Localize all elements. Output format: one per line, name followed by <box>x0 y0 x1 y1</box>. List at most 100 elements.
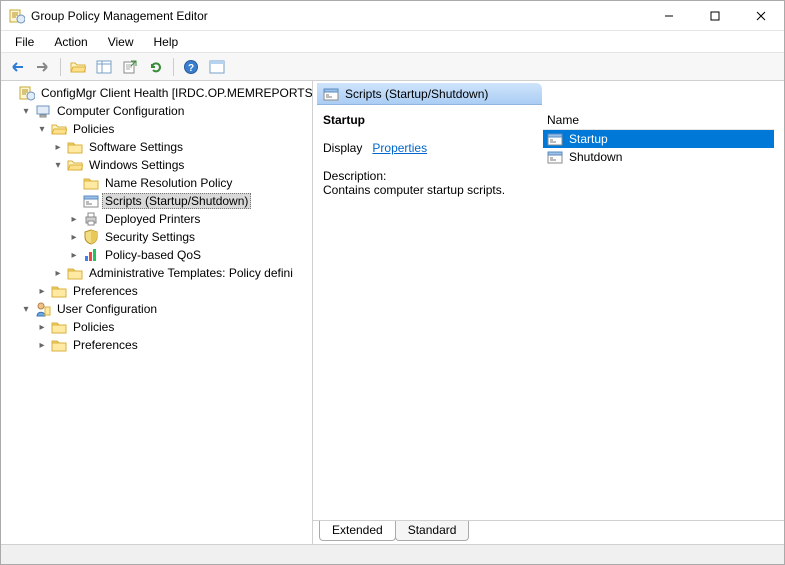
folder-icon <box>67 139 83 155</box>
folder-open-icon <box>67 157 83 173</box>
toolbar-separator <box>173 58 174 76</box>
show-hide-tree-button[interactable] <box>92 56 116 78</box>
maximize-button[interactable] <box>692 1 738 30</box>
tree: ConfigMgr Client Health [IRDC.OP.MEMREPO… <box>4 84 312 354</box>
folder-open-icon <box>51 121 67 137</box>
twisty-open-icon[interactable]: ▾ <box>20 303 32 315</box>
app-icon <box>9 8 25 24</box>
tree-label: Administrative Templates: Policy defini <box>86 265 296 281</box>
twisty-open-icon[interactable]: ▾ <box>20 105 32 117</box>
twisty-closed-icon[interactable]: ▸ <box>68 213 80 225</box>
minimize-button[interactable] <box>646 1 692 30</box>
window-title: Group Policy Management Editor <box>31 9 646 23</box>
tab-extended[interactable]: Extended <box>319 521 396 541</box>
tree-label: Deployed Printers <box>102 211 203 227</box>
tree-label: Preferences <box>70 337 141 353</box>
tree-security-settings[interactable]: ▸ Security Settings <box>68 228 312 246</box>
twisty-open-icon[interactable]: ▾ <box>52 159 64 171</box>
scripts-icon <box>83 193 99 209</box>
detail-pane: Scripts (Startup/Shutdown) Startup Displ… <box>313 81 784 544</box>
forward-button[interactable] <box>31 56 55 78</box>
printer-icon <box>83 211 99 227</box>
window-controls <box>646 1 784 30</box>
menu-view[interactable]: View <box>98 33 144 51</box>
tree-label: ConfigMgr Client Health [IRDC.OP.MEMREPO… <box>38 85 313 101</box>
computer-icon <box>35 103 51 119</box>
detail-tabs: Extended Standard <box>313 520 784 544</box>
tree-label: Preferences <box>70 283 141 299</box>
description-label: Description: <box>323 169 533 183</box>
up-button[interactable] <box>66 56 90 78</box>
twisty-closed-icon[interactable]: ▸ <box>36 285 48 297</box>
detail-heading: Startup <box>323 113 533 127</box>
twisty-closed-icon[interactable]: ▸ <box>36 339 48 351</box>
help-button[interactable] <box>179 56 203 78</box>
title-bar: Group Policy Management Editor <box>1 1 784 31</box>
folder-icon <box>83 175 99 191</box>
tree-user-configuration[interactable]: ▾ User Configuration <box>20 300 312 318</box>
tree-root[interactable]: ConfigMgr Client Health [IRDC.OP.MEMREPO… <box>4 84 312 102</box>
back-button[interactable] <box>5 56 29 78</box>
export-list-button[interactable] <box>118 56 142 78</box>
user-icon <box>35 301 51 317</box>
tree-policies[interactable]: ▾ Policies <box>36 120 312 138</box>
detail-list: Name Startup Shutdown <box>543 111 774 514</box>
twisty-open-icon[interactable]: ▾ <box>36 123 48 135</box>
twisty-closed-icon[interactable]: ▸ <box>68 249 80 261</box>
twisty-closed-icon[interactable]: ▸ <box>52 267 64 279</box>
scripts-icon <box>547 131 563 147</box>
tree-pane[interactable]: ConfigMgr Client Health [IRDC.OP.MEMREPO… <box>1 81 313 544</box>
tree-label: User Configuration <box>54 301 160 317</box>
menu-help[interactable]: Help <box>144 33 189 51</box>
main-split: ConfigMgr Client Health [IRDC.OP.MEMREPO… <box>1 81 784 544</box>
folder-icon <box>51 283 67 299</box>
tree-windows-settings[interactable]: ▾ Windows Settings <box>52 156 312 174</box>
list-item-shutdown[interactable]: Shutdown <box>543 148 774 166</box>
detail-left: Startup Display Properties Description: … <box>323 111 533 514</box>
list-item-label: Startup <box>569 132 608 146</box>
detail-header: Scripts (Startup/Shutdown) <box>317 83 542 105</box>
tree-user-preferences[interactable]: ▸ Preferences <box>36 336 312 354</box>
folder-icon <box>51 319 67 335</box>
toolbar <box>1 53 784 81</box>
tree-software-settings[interactable]: ▸ Software Settings <box>52 138 312 156</box>
display-label: Display <box>323 141 362 155</box>
column-name-header[interactable]: Name <box>543 111 774 130</box>
tree-label: Policies <box>70 121 117 137</box>
menu-action[interactable]: Action <box>44 33 97 51</box>
toolbar-separator <box>60 58 61 76</box>
tree-scripts[interactable]: Scripts (Startup/Shutdown) <box>68 192 312 210</box>
tree-deployed-printers[interactable]: ▸ Deployed Printers <box>68 210 312 228</box>
twisty-closed-icon[interactable]: ▸ <box>68 231 80 243</box>
menu-file[interactable]: File <box>5 33 44 51</box>
detail-header-title: Scripts (Startup/Shutdown) <box>345 87 488 101</box>
tree-label: Security Settings <box>102 229 198 245</box>
list-item-startup[interactable]: Startup <box>543 130 774 148</box>
gpo-icon <box>19 85 35 101</box>
scripts-icon <box>547 149 563 165</box>
properties-link[interactable]: Properties <box>372 141 427 155</box>
tree-preferences[interactable]: ▸ Preferences <box>36 282 312 300</box>
tree-user-policies[interactable]: ▸ Policies <box>36 318 312 336</box>
refresh-button[interactable] <box>144 56 168 78</box>
tree-admin-templates[interactable]: ▸ Administrative Templates: Policy defin… <box>52 264 312 282</box>
tree-policy-qos[interactable]: ▸ Policy-based QoS <box>68 246 312 264</box>
bars-icon <box>83 247 99 263</box>
tab-standard[interactable]: Standard <box>395 521 470 541</box>
close-button[interactable] <box>738 1 784 30</box>
shield-icon <box>83 229 99 245</box>
tree-computer-configuration[interactable]: ▾ Computer Configuration <box>20 102 312 120</box>
tree-label: Software Settings <box>86 139 186 155</box>
display-row: Display Properties <box>323 141 533 155</box>
twisty-closed-icon[interactable]: ▸ <box>36 321 48 333</box>
detail-body: Startup Display Properties Description: … <box>313 105 784 520</box>
tree-label: Computer Configuration <box>54 103 187 119</box>
tree-name-resolution-policy[interactable]: Name Resolution Policy <box>68 174 312 192</box>
folder-icon <box>67 265 83 281</box>
twisty-closed-icon[interactable]: ▸ <box>52 141 64 153</box>
tree-label: Policy-based QoS <box>102 247 204 263</box>
tree-label: Scripts (Startup/Shutdown) <box>102 193 251 209</box>
show-pane-button[interactable] <box>205 56 229 78</box>
status-bar <box>1 544 784 564</box>
tree-label: Policies <box>70 319 117 335</box>
